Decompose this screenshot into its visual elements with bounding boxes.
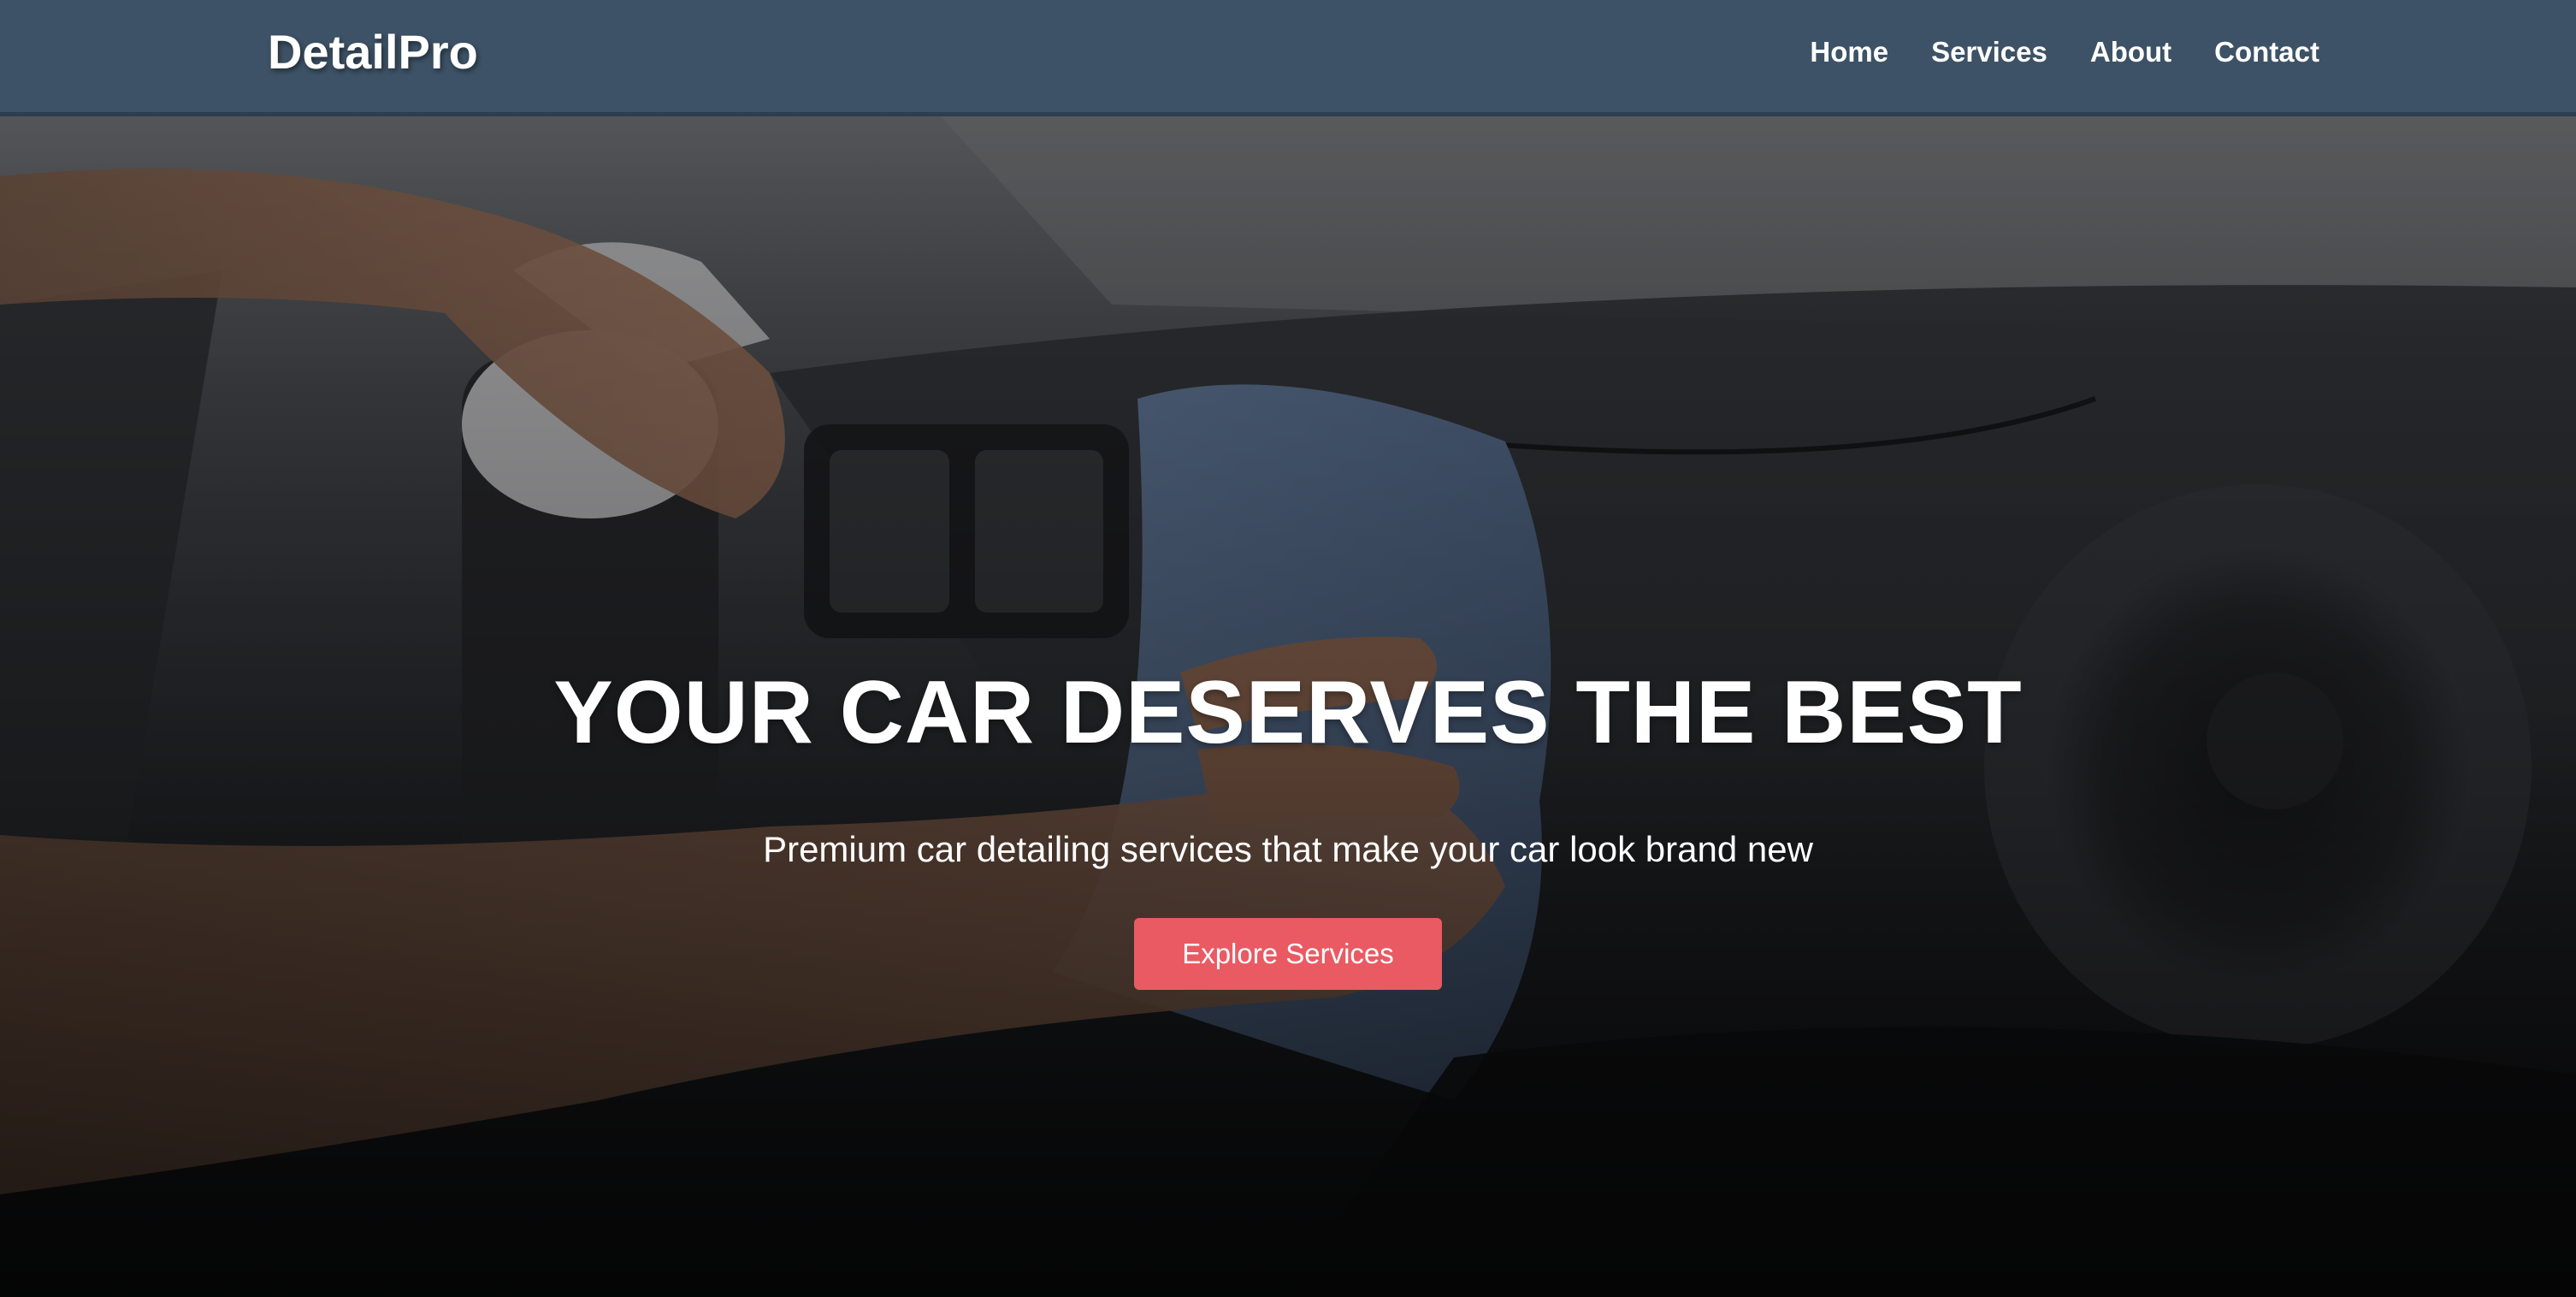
navbar: DetailPro Home Services About Contact bbox=[0, 0, 2576, 116]
brand-logo[interactable]: DetailPro bbox=[268, 24, 478, 80]
hero-content: YOUR CAR DESERVES THE BEST Premium car d… bbox=[0, 664, 2576, 990]
hero-section: YOUR CAR DESERVES THE BEST Premium car d… bbox=[0, 116, 2576, 1297]
nav-link-about[interactable]: About bbox=[2090, 36, 2171, 68]
nav-link-contact[interactable]: Contact bbox=[2214, 36, 2319, 68]
nav-links: Home Services About Contact bbox=[1810, 36, 2319, 68]
nav-link-home[interactable]: Home bbox=[1810, 36, 1888, 68]
nav-link-services[interactable]: Services bbox=[1931, 36, 2047, 68]
explore-services-button[interactable]: Explore Services bbox=[1134, 917, 1442, 990]
hero-title: YOUR CAR DESERVES THE BEST bbox=[553, 663, 2023, 762]
hero-subtitle: Premium car detailing services that make… bbox=[763, 829, 1813, 870]
